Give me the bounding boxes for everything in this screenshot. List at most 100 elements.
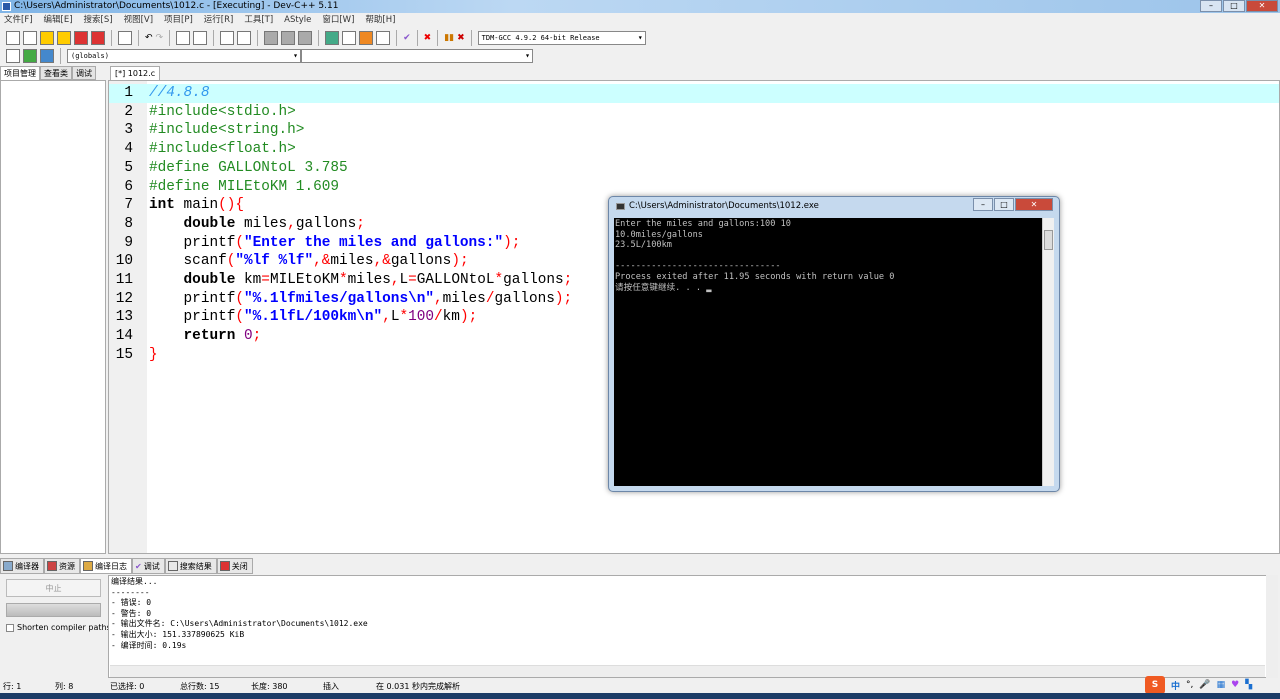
find-icon[interactable] [176, 31, 191, 45]
code-token: miles [442, 290, 486, 307]
tab-compiler[interactable]: 编译器 [0, 558, 44, 574]
line-number: 11 [115, 272, 133, 288]
window-title: C:\Users\Administrator\Documents\1012.c … [14, 1, 339, 11]
scope-select[interactable]: (globals) [67, 49, 301, 63]
tab-debug-bottom[interactable]: ✔ 调试 [132, 558, 165, 574]
new-file-icon[interactable] [6, 31, 20, 45]
tab-compile-log[interactable]: 编译日志 [80, 558, 132, 574]
tab-search-results[interactable]: 搜索结果 [164, 558, 217, 574]
unindent-icon[interactable] [237, 31, 252, 45]
stop-button[interactable]: 中止 [6, 579, 101, 597]
menu-item[interactable]: 文件[F] [4, 13, 33, 28]
stop-icon[interactable]: ✖ [424, 33, 432, 43]
log-horizontal-scrollbar[interactable] [110, 665, 1265, 677]
status-total-lines: 总行数: 15 [180, 682, 220, 691]
redo-icon[interactable]: ↷ [156, 33, 164, 43]
remove-icon[interactable] [40, 49, 54, 63]
add-icon[interactable] [23, 49, 37, 63]
code-text: scanf("%lf %lf",&miles,&gallons); [149, 252, 469, 271]
code-token: main [174, 197, 219, 214]
tab-resources[interactable]: 资源 [44, 558, 80, 574]
shorten-paths-checkbox[interactable]: Shorten compiler paths [6, 623, 111, 632]
log-vertical-scrollbar[interactable] [1266, 575, 1278, 678]
menu-item[interactable]: 编辑[E] [44, 13, 73, 28]
print-icon[interactable] [118, 31, 132, 45]
close-all-icon[interactable] [91, 31, 105, 45]
class-toolbar: (globals) [0, 46, 1280, 66]
code-token: #include<float.h> [149, 141, 296, 158]
keyboard-icon[interactable]: ▦ [1217, 680, 1226, 690]
menu-item[interactable]: 运行[R] [204, 13, 234, 28]
code-token: = [408, 272, 417, 288]
indent-icon[interactable] [220, 31, 235, 45]
line-number: 15 [115, 346, 133, 363]
close-file-icon[interactable] [74, 31, 88, 45]
skin-icon[interactable]: ♥ [1231, 680, 1239, 690]
sogou-ime-icon[interactable]: S [1145, 676, 1165, 694]
menu-item[interactable]: 窗口[W] [322, 13, 354, 28]
chart-icon[interactable]: ▮▮ [444, 33, 454, 43]
run-icon[interactable] [342, 31, 357, 45]
shield-icon[interactable] [298, 31, 313, 45]
code-token: scanf [149, 253, 227, 270]
save-icon[interactable] [40, 31, 54, 45]
line-number: 3 [124, 122, 133, 139]
menu-item[interactable]: 工具[T] [244, 13, 273, 28]
code-token: * [494, 272, 504, 288]
console-close-button[interactable]: ✕ [1015, 198, 1053, 211]
menu-item[interactable]: 帮助[H] [365, 13, 395, 28]
symbol-select[interactable] [301, 49, 533, 63]
compiler-select[interactable]: TDM-GCC 4.9.2 64-bit Release [477, 31, 646, 45]
compile-run-icon[interactable] [359, 31, 374, 45]
menu-item[interactable]: 项目[P] [164, 13, 193, 28]
maximize-button[interactable]: □ [1223, 0, 1245, 12]
rebuild-icon[interactable] [376, 31, 391, 45]
compile-log: 编译结果... -------- - 错误: 0 - 警告: 0 - 输出文件名… [108, 575, 1278, 678]
console-minimize-button[interactable]: – [973, 198, 993, 211]
open-icon[interactable] [23, 31, 37, 45]
minimize-button[interactable]: – [1200, 0, 1222, 12]
tab-label: 搜索结果 [179, 561, 212, 571]
tab-classes[interactable]: 查看类 [40, 66, 72, 80]
status-row: 行: 1 [3, 682, 22, 691]
menu-item[interactable]: 搜索[S] [84, 13, 113, 28]
goto-icon[interactable] [281, 31, 296, 45]
console-window[interactable]: C:\Users\Administrator\Documents\1012.ex… [608, 196, 1060, 492]
code-token: gallons [295, 215, 357, 232]
replace-icon[interactable] [193, 31, 208, 45]
ime-lang-indicator[interactable]: 中 [1171, 679, 1180, 692]
console-maximize-button[interactable]: □ [994, 198, 1014, 211]
menu-item[interactable]: AStyle [284, 13, 311, 28]
code-text: printf("%.1lfmiles/gallons\n",miles/gall… [149, 290, 573, 309]
tab-1012-c[interactable]: [*] 1012.c [110, 66, 161, 80]
punctuation-icon[interactable]: °, [1186, 680, 1193, 690]
line-number: 7 [124, 197, 133, 214]
checkbox[interactable] [6, 623, 14, 632]
console-scrollbar[interactable] [1042, 218, 1054, 486]
project-icon[interactable] [6, 49, 20, 63]
debug-icon[interactable]: ✖ [457, 33, 465, 43]
code-token: } [149, 346, 158, 363]
code-token: #define GALLONtoL 3.785 [149, 159, 348, 176]
bookmark-icon[interactable] [264, 31, 279, 45]
microphone-icon[interactable]: 🎤 [1199, 680, 1210, 690]
tab-project[interactable]: 项目管理 [0, 66, 40, 80]
menu-item[interactable]: 视图[V] [124, 13, 153, 28]
search-icon [167, 561, 178, 571]
code-token: , [382, 309, 391, 326]
system-tray: S 中 °, 🎤 ▦ ♥ ▚ [1145, 676, 1252, 694]
tab-close[interactable]: 关闭 [216, 558, 253, 574]
undo-icon[interactable]: ↶ [145, 33, 153, 43]
code-token: ); [503, 234, 521, 251]
toolbox-icon[interactable]: ▚ [1245, 680, 1252, 690]
code-token: MILEtoKM [269, 272, 340, 288]
compile-icon[interactable] [325, 31, 340, 45]
code-token: ,& [373, 253, 391, 270]
check-icon[interactable]: ✔ [403, 33, 411, 43]
chart-icon [83, 561, 93, 571]
close-button[interactable]: ✕ [1246, 0, 1278, 12]
check-icon: ✔ [135, 561, 142, 571]
tab-debug[interactable]: 调试 [72, 66, 96, 80]
save-all-icon[interactable] [57, 31, 71, 45]
